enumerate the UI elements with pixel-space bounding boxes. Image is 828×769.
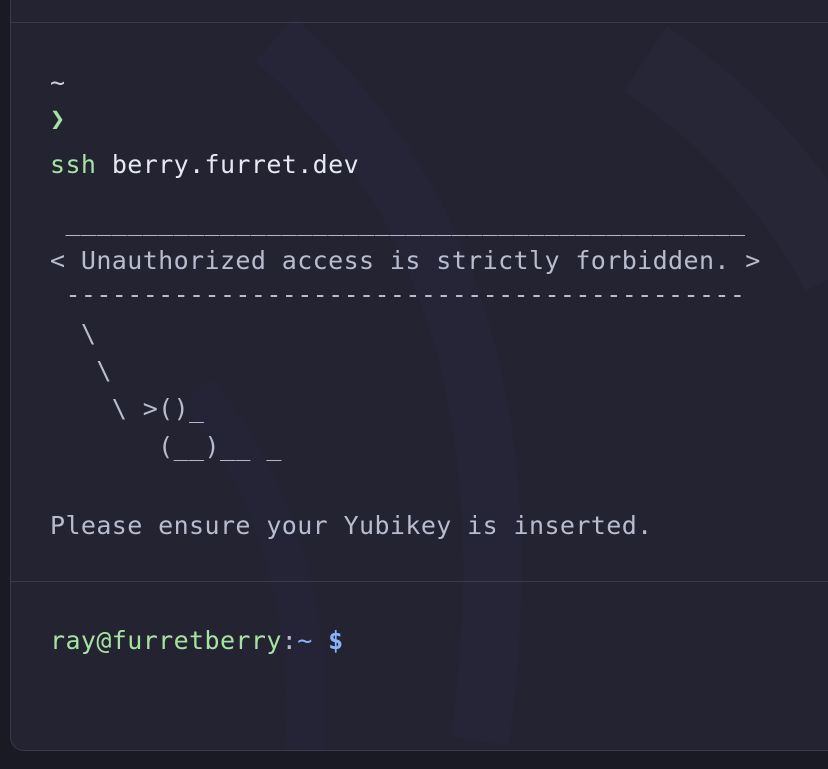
ssh-command: ssh berry.furret.dev	[50, 150, 359, 180]
prompt-dollar: $	[328, 626, 344, 655]
command-binary: ssh	[50, 150, 97, 179]
title-bar-divider	[11, 22, 828, 23]
banner-line: < Unauthorized access is strictly forbid…	[50, 246, 761, 275]
terminal-window[interactable]: ~ ❯ ssh berry.furret.dev _______________…	[10, 0, 828, 751]
current-directory: ~	[50, 68, 66, 97]
banner-line: \	[50, 356, 112, 385]
banner-line: ________________________________________…	[50, 207, 746, 236]
banner-line: \	[50, 319, 97, 348]
banner-line: \ >()_	[50, 394, 205, 423]
prompt-colon: :	[281, 626, 298, 655]
prompt-path: ~	[297, 626, 313, 655]
banner-line: ----------------------------------------…	[50, 280, 746, 309]
yubikey-message: Please ensure your Yubikey is inserted.	[50, 511, 653, 540]
prompt-user-host: ray@furretberry	[50, 626, 282, 655]
remote-prompt[interactable]: ray@furretberry:~ $	[50, 626, 344, 656]
command-argument: berry.furret.dev	[111, 150, 360, 179]
banner-line: (__)__ _	[50, 432, 282, 461]
prompt-chevron-icon: ❯	[50, 104, 66, 133]
block-divider	[11, 581, 828, 582]
